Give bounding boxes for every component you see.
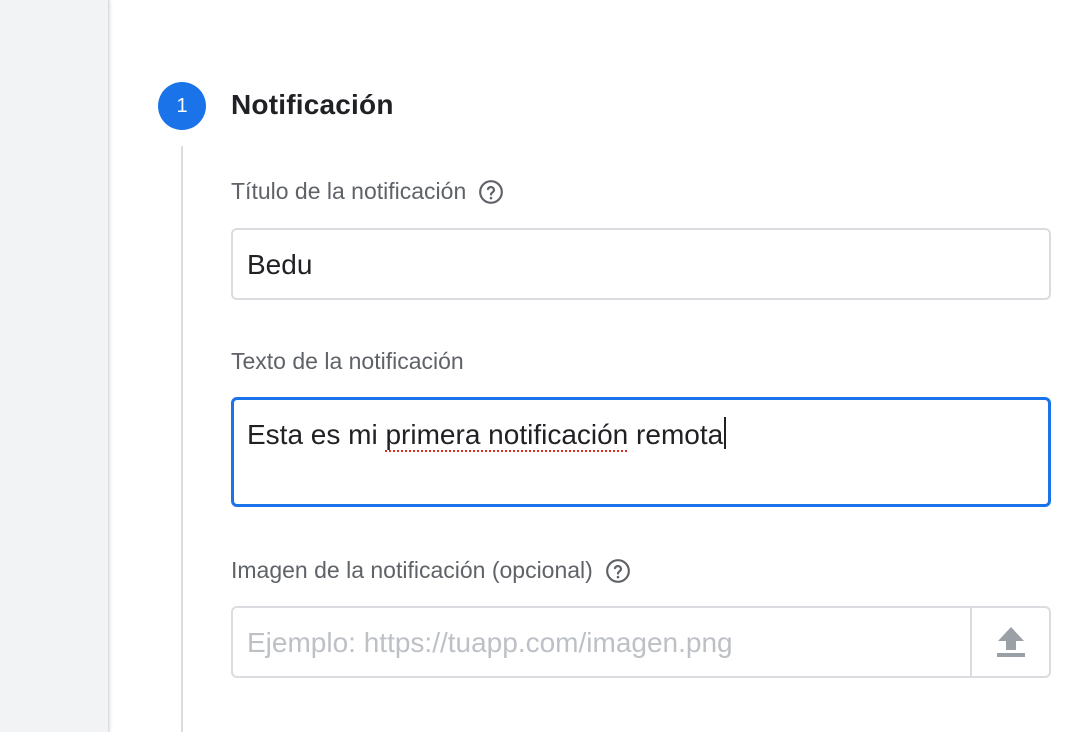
upload-icon (996, 627, 1025, 657)
step-title: Notificación (231, 89, 394, 120)
notification-title-label-text: Título de la notificación (231, 178, 467, 204)
notification-text-label: Texto de la notificación (231, 348, 464, 375)
notification-title-label: Título de la notificación (231, 178, 504, 205)
notification-image-label-text: Imagen de la notificación (opcional) (231, 557, 593, 583)
help-circle-icon[interactable] (478, 179, 504, 205)
notification-image-input[interactable]: Ejemplo: https://tuapp.com/imagen.png (231, 606, 1051, 678)
notification-text-label-text: Texto de la notificación (231, 348, 464, 374)
notification-image-label: Imagen de la notificación (opcional) (231, 557, 631, 584)
notification-composer: 1 Notificación Título de la notificación… (0, 0, 1076, 732)
text-value-part-1: Esta es mi (247, 419, 386, 450)
next-field-label-partial (231, 722, 671, 732)
left-sidebar-panel (0, 0, 109, 732)
text-cursor (724, 417, 727, 449)
text-value-part-3: remota (628, 419, 724, 450)
step-number-badge: 1 (158, 82, 206, 130)
spellcheck-flagged-text: primera notificación (385, 419, 629, 450)
notification-text-input[interactable]: Esta es mi primera notificación remota (231, 397, 1051, 507)
notification-text-value: Esta es mi primera notificación remota (247, 417, 727, 451)
step-connector-line (181, 146, 183, 732)
upload-button[interactable] (970, 608, 1049, 676)
help-circle-icon[interactable] (605, 558, 631, 584)
notification-title-value: Bedu (247, 249, 313, 280)
notification-image-placeholder: Ejemplo: https://tuapp.com/imagen.png (247, 627, 733, 658)
notification-title-input[interactable]: Bedu (231, 228, 1051, 300)
